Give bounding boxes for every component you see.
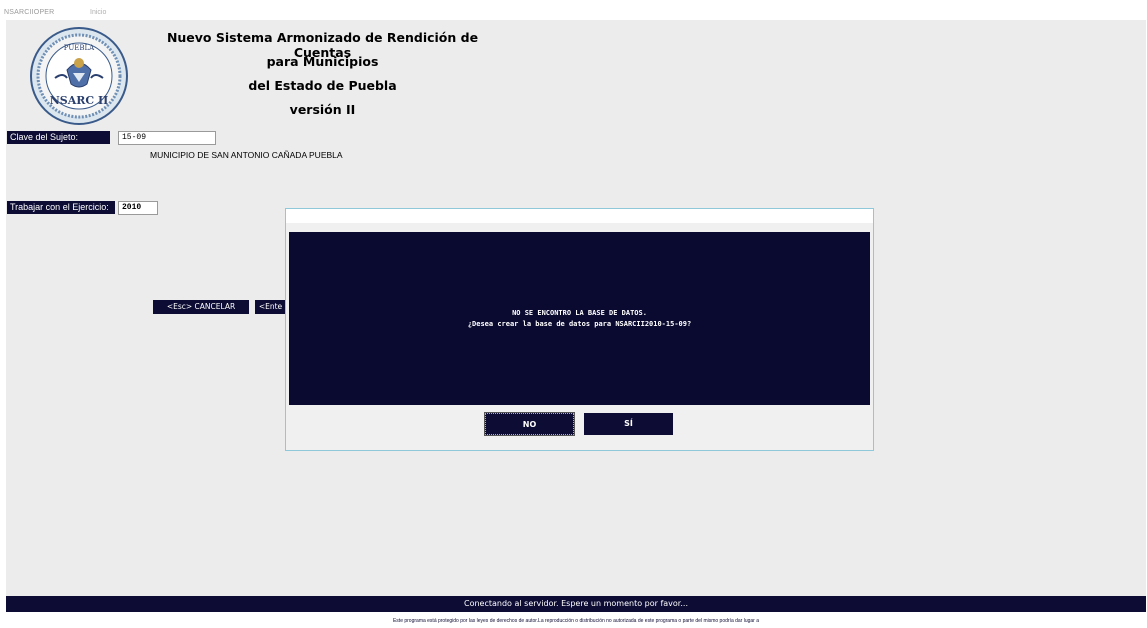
status-bar: Conectando al servidor. Espere un moment…: [6, 596, 1146, 612]
clave-field[interactable]: 15-09: [118, 131, 216, 145]
dialog-message-line-1: NO SE ENCONTRO LA BASE DE DATOS.: [512, 309, 647, 317]
dialog-message-line-2: ¿Desea crear la base de datos para NSARC…: [467, 320, 692, 328]
ejercicio-field[interactable]: 2010: [118, 201, 158, 215]
confirm-dialog: NO SE ENCONTRO LA BASE DE DATOS. ¿Desea …: [285, 208, 874, 451]
yes-button[interactable]: SÍ: [584, 413, 673, 435]
municipio-name: MUNICIPIO DE SAN ANTONIO CAÑADA PUEBLA: [150, 150, 343, 160]
copyright-footer: Este programa está protegido por las ley…: [392, 618, 760, 624]
title-line-4: versión II: [289, 102, 356, 117]
clave-label: Clave del Sujeto:: [7, 131, 110, 144]
dialog-titlebar[interactable]: [286, 209, 873, 223]
cancel-button[interactable]: <Esc> CANCELAR: [153, 300, 249, 314]
app-name: NSARCIIOPER: [4, 9, 55, 16]
window-topbar: NSARCIIOPER Inicio: [0, 0, 1147, 20]
enter-button[interactable]: <Ente: [255, 300, 286, 314]
no-button[interactable]: NO: [484, 412, 575, 436]
logo-top-text: PUEBLA: [64, 44, 95, 52]
menu-inicio[interactable]: Inicio: [90, 9, 106, 16]
ejercicio-label: Trabajar con el Ejercicio:: [7, 201, 115, 214]
title-line-2: para Municipios: [266, 54, 379, 69]
title-line-3: del Estado de Puebla: [248, 78, 397, 93]
logo-bottom-text: NSARC II: [50, 94, 109, 107]
dialog-message-panel: NO SE ENCONTRO LA BASE DE DATOS. ¿Desea …: [289, 232, 870, 405]
nsarc-logo-icon: PUEBLA NSARC II: [30, 27, 128, 125]
